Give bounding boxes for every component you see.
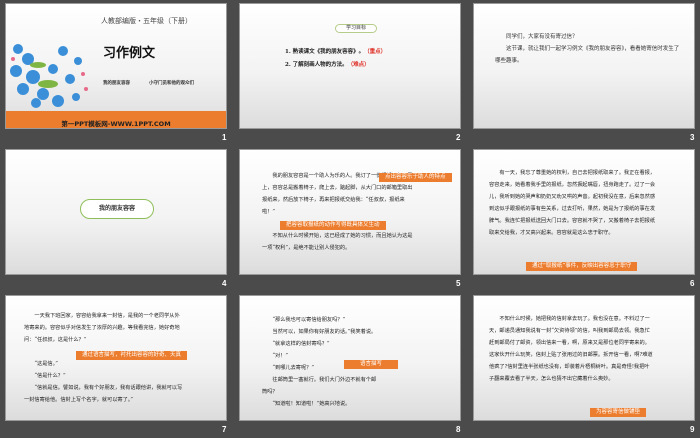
paragraph-3: “信是什么？”: [34, 373, 66, 379]
section-title-box: 我的朋友容容: [80, 199, 154, 219]
annotation: 语言描写: [344, 360, 399, 369]
dialogue-line: “到哪儿去寄呢？”: [272, 365, 315, 371]
slide-thumbnail-6[interactable]: 有一天，我忘了尊重她的权利，自己去把报纸取来了。我正在看报，容容走来，她看着我手…: [473, 149, 695, 275]
edition-label: 人教部编版・五年级（下册）: [101, 17, 192, 25]
slide-thumbnail-5[interactable]: 我的朋友容容是一个助人为乐的人。我订了一份报纸，每天早上，容容总是搬着椅子，爬上…: [239, 149, 461, 275]
slide-number-3: 3: [690, 133, 695, 142]
paragraph-4: “信就是信。譬如说，我有个好朋友，我有话跟他讲，我就可以写一封信寄给他。信封上写…: [24, 385, 183, 403]
objective-1-tag: （重点）: [364, 49, 387, 55]
objective-1: 1. 熟读课文《我的朋友容容》。: [285, 49, 365, 55]
slide-number-1: 1: [222, 133, 227, 142]
slide-number-9: 9: [690, 425, 695, 434]
subtitle-right: 小守门员和他的观众们: [149, 81, 194, 86]
intro-line-2: 这节课，就让我们一起学习例文《我的朋友容容》，看看她寄信时发生了哪些趣事。: [495, 46, 680, 64]
objective-2-tag: （难点）: [347, 62, 370, 68]
annotation: 为容容寄信做铺垫: [590, 408, 647, 417]
subtitle-left: 我的朋友容容: [103, 81, 130, 86]
slide-thumbnail-1[interactable]: 人教部编版・五年级（下册） 习作例文 我的朋友容容 小守门员和他的观众们 第一P…: [5, 3, 227, 129]
slide-number-4: 4: [222, 279, 227, 288]
slide-number-7: 7: [222, 425, 227, 434]
footer-bar: 第一PPT模板网-WWW.1PPT.COM: [6, 111, 226, 128]
slide-thumbnail-7[interactable]: 一天我下班回家，容容给我拿来一封信，是我的一个老同学从外地寄来的。容容似乎对信发…: [5, 295, 227, 421]
annotation-2: 把容容取报纸的动作写得既具体又生动: [280, 221, 386, 230]
paragraph-1: 一天我下班回家，容容给我拿来一封信，是我的一个老同学从外地寄来的。容容似乎对信发…: [24, 313, 180, 343]
slide-number-6: 6: [690, 279, 695, 288]
paragraph-2: 不知从什么时候开始，这已经成了她的习惯，而且她认为这是一项“权利”，是绝不能让别…: [262, 233, 413, 251]
flower-bouquet-image: [10, 44, 88, 108]
slide-number-2: 2: [456, 133, 461, 142]
footer-text: 第一PPT模板网-WWW.1PPT.COM: [61, 120, 171, 128]
objective-2: 2. 了解刻画人物的方法。: [285, 62, 348, 68]
paragraph-1: 有一天，我忘了尊重她的权利，自己去把报纸取来了。我正在看报，容容走来，她看着我手…: [489, 170, 656, 236]
dialogue-line: “知道啦！知道啦！”她高兴地说。: [272, 401, 351, 407]
slide-thumbnail-8[interactable]: “那么我也可以寄信给朋友吗？” 当然可以，如果你有好朋友的话。”我笑着说。 “就…: [239, 295, 461, 421]
annotation-1: 点出容容乐于助人的特点: [379, 173, 452, 182]
slide-thumbnail-3[interactable]: 同学们，大家有没有寄过信？ 这节课，就让我们一起学习例文《我的朋友容容》，看看她…: [473, 3, 695, 129]
slide-title: 习作例文: [103, 46, 156, 61]
dialogue-line: “对！”: [272, 353, 289, 359]
slide-thumbnail-4[interactable]: 我的朋友容容: [5, 149, 227, 275]
slide-thumbnail-9[interactable]: 不知什么时候，她把我的信封拿去玩了。我也没在意。不料过了一天，邮递员通知我说有一…: [473, 295, 695, 421]
dialogue-line: 当然可以，如果你有好朋友的话。”我笑着说。: [272, 329, 377, 335]
objectives-badge: 学习目标: [335, 24, 377, 33]
slide-number-5: 5: [456, 279, 461, 288]
slide-number-8: 8: [456, 425, 461, 434]
dialogue-line: “就拿这样的信封寄吗？”: [272, 341, 330, 347]
paragraph-1: 不知什么时候，她把我的信封拿去玩了。我也没在意。不料过了一天，邮递员通知我说有一…: [489, 316, 653, 382]
slide-thumbnail-2[interactable]: 学习目标 1. 熟读课文《我的朋友容容》。（重点） 2. 了解刻画人物的方法。（…: [239, 3, 461, 129]
dialogue-line: 往邮筒里一塞就行。我们大门外边不就有个邮: [272, 377, 377, 383]
dialogue-line: “那么我也可以寄信给朋友吗？”: [272, 317, 346, 323]
intro-line-1: 同学们，大家有没有寄过信？: [506, 34, 578, 40]
annotation: 通过语言描写，衬托出容容的好奇、天真: [76, 351, 188, 360]
dialogue-line-wrap: 筒吗？: [262, 389, 278, 395]
annotation: 通过“取报纸”事件，反映出容容忠于职守: [526, 262, 638, 271]
